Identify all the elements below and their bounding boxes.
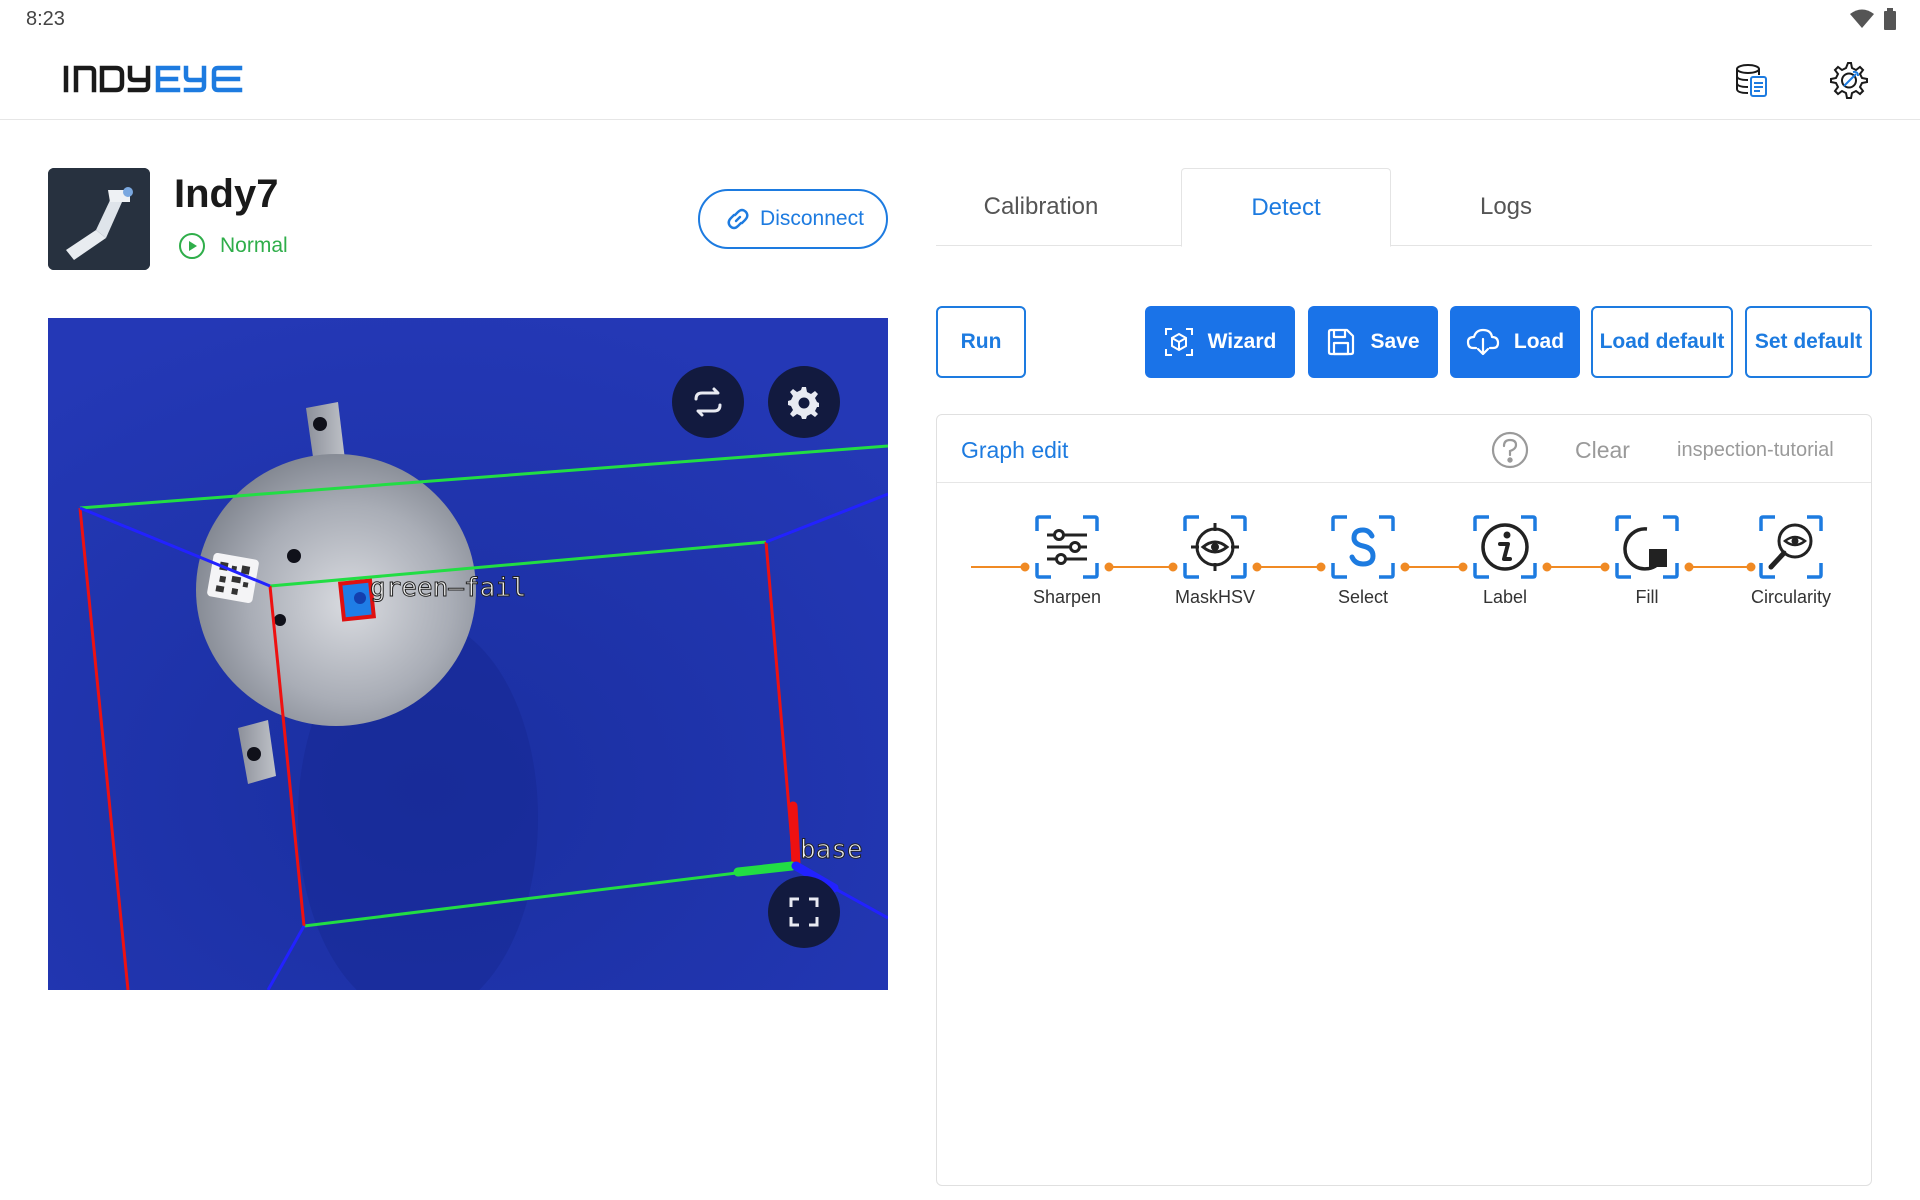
play-circle-icon [179,233,205,259]
fullscreen-button[interactable] [768,876,840,948]
robot-thumbnail [48,168,150,270]
set-default-button[interactable]: Set default [1745,306,1872,378]
status-time: 8:23 [26,8,65,30]
camera-scene: green—fail base [48,318,888,990]
camera-settings-button[interactable] [768,366,840,438]
load-default-button[interactable]: Load default [1591,306,1733,378]
status-text: Normal [220,234,288,257]
load-default-label: Load default [1599,330,1725,353]
node-label[interactable]: Label [1450,511,1560,608]
set-default-label: Set default [1754,330,1863,353]
floppy-disk-icon [1328,328,1355,356]
annotation-green-fail: green—fail [370,573,527,603]
camera-refresh-button[interactable] [672,366,744,438]
node-maskhsv[interactable]: MaskHSV [1160,511,1270,608]
annotation-base: base [800,835,863,865]
clear-button[interactable]: Clear [1575,437,1630,464]
load-label: Load [1513,330,1565,353]
node-label: MaskHSV [1174,587,1255,607]
node-label: Select [1337,587,1389,607]
link-icon [727,208,749,230]
node-sharpen[interactable]: Sharpen [1012,511,1122,608]
node-circularity[interactable]: Circularity [1736,511,1846,608]
wifi-icon [1850,9,1874,28]
run-button[interactable]: Run [936,306,1026,378]
node-fill[interactable]: Fill [1592,511,1702,608]
node-label: Sharpen [1032,587,1102,607]
database-button[interactable] [1730,58,1774,102]
database-doc-icon [1736,64,1767,97]
tab-logs[interactable]: Logs [1401,168,1611,246]
graph-header: Graph edit Clear inspection-tutorial [937,415,1871,483]
eye-target-icon [1183,515,1247,579]
node-select[interactable]: Select [1308,511,1418,608]
help-circle-icon [1491,431,1529,469]
disconnect-button[interactable]: Disconnect [698,189,888,249]
save-label: Save [1370,330,1420,353]
camera-view[interactable]: green—fail base [48,318,888,990]
system-icons [1850,8,1896,30]
refresh-icon [694,387,722,417]
fullscreen-icon [789,897,819,927]
gear-icon [788,387,819,419]
node-label: Label [1482,587,1528,607]
magnifier-eye-icon [1759,515,1823,579]
run-label: Run [960,330,1002,353]
graph-title: Graph edit [961,437,1069,463]
robot-name: Indy7 [174,172,279,216]
graph-panel: Graph edit Clear inspection-tutorial Sha… [936,414,1872,1186]
wizard-button[interactable]: Wizard [1145,306,1295,378]
battery-icon [1884,8,1896,30]
save-button[interactable]: Save [1308,306,1438,378]
tab-bar: Calibration Detect Logs [936,168,1872,247]
wizard-cube-icon [1164,328,1193,356]
help-button[interactable] [1491,431,1529,469]
wizard-label: Wizard [1207,330,1277,353]
indyeye-logo [63,65,243,93]
robot-status: Normal [178,232,288,260]
info-icon [1473,515,1537,579]
status-bar: 8:23 [0,0,1920,36]
robot-arm-image [48,168,150,270]
load-button[interactable]: Load [1450,306,1580,378]
graph-name: inspection-tutorial [1677,439,1834,461]
disconnect-label: Disconnect [760,207,864,230]
node-label: Circularity [1750,587,1831,607]
tab-calibration[interactable]: Calibration [936,168,1146,246]
select-s-icon [1331,515,1395,579]
tab-detect[interactable]: Detect [1181,168,1391,247]
app-header [0,40,1920,120]
node-label: Fill [1635,587,1659,607]
sliders-icon [1035,515,1099,579]
pipeline: Sharpen MaskHSV Select Label Fill Circul… [937,483,1871,643]
gear-wrench-icon [1830,62,1868,99]
settings-button[interactable] [1826,58,1870,102]
fill-icon [1615,515,1679,579]
cloud-download-icon [1466,328,1500,356]
